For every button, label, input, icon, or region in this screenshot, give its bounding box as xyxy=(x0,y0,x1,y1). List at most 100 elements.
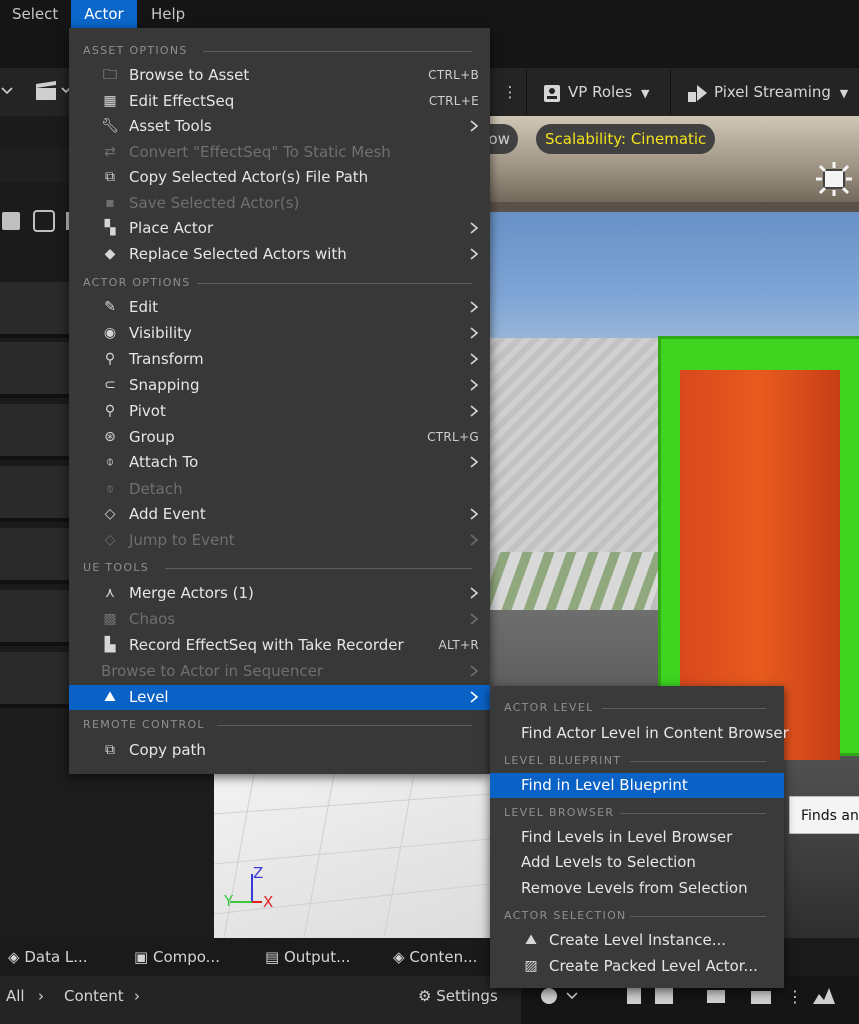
vp-roles-icon xyxy=(544,84,560,102)
list-item[interactable] xyxy=(0,590,70,646)
menu-item-convert-static-mesh[interactable]: ⇄ Convert "EffectSeq" To Static Mesh xyxy=(69,140,490,165)
menu-item-add-levels-to-selection[interactable]: Add Levels to Selection xyxy=(490,850,784,875)
clapper-icon[interactable] xyxy=(751,991,771,1004)
pixel-streaming-button[interactable]: Pixel Streaming ▼ xyxy=(686,68,848,116)
tab-output-log[interactable]: ▤ Output... xyxy=(265,938,350,976)
menu-item-visibility[interactable]: ◉ Visibility xyxy=(69,321,490,346)
panel-tool-icons xyxy=(0,202,70,238)
menu-item-record-effectseq[interactable]: ▙ Record EffectSeq with Take Recorder AL… xyxy=(69,633,490,658)
menu-item-edit[interactable]: ✎ Edit xyxy=(69,295,490,320)
list-item[interactable] xyxy=(0,466,70,522)
tab-data-layers[interactable]: ◈ Data L... xyxy=(8,938,88,976)
list-item[interactable] xyxy=(0,282,70,338)
toolbar-more-icon[interactable]: ⋮ xyxy=(500,68,520,116)
menu-item-copy-file-path[interactable]: ⧉ Copy Selected Actor(s) File Path xyxy=(69,165,490,190)
menu-item-place-actor[interactable]: ▚ Place Actor xyxy=(69,216,490,241)
list-item[interactable] xyxy=(0,342,70,398)
menu-item-label: Group xyxy=(129,428,175,446)
menu-item-find-in-level-blueprint[interactable]: Find in Level Blueprint xyxy=(490,773,784,798)
menu-item-level[interactable]: ⛰ Level xyxy=(69,685,490,710)
menu-item-label: Copy path xyxy=(129,741,206,759)
landscape-icon[interactable] xyxy=(813,988,835,1004)
menu-item-snapping[interactable]: ⊂ Snapping xyxy=(69,373,490,398)
menu-item-find-actor-level[interactable]: Find Actor Level in Content Browser xyxy=(490,721,789,746)
path-content[interactable]: Content xyxy=(64,976,124,1016)
convert-icon: ⇄ xyxy=(104,144,116,160)
menu-item-find-levels-in-browser[interactable]: Find Levels in Level Browser xyxy=(490,825,784,850)
list-item[interactable] xyxy=(0,652,70,708)
menu-item-transform[interactable]: ⚲ Transform xyxy=(69,347,490,372)
scalability-badge[interactable]: Scalability: Cinematic xyxy=(536,124,716,154)
section-divider xyxy=(217,725,472,726)
menu-item-merge-actors[interactable]: ⋏ Merge Actors (1) xyxy=(69,581,490,606)
unreal-editor-window: Select Actor Help ⋮ VP Roles ▼ Pixel Str… xyxy=(0,0,859,1024)
chevron-down-icon: ▼ xyxy=(839,87,849,100)
list-item[interactable] xyxy=(0,404,70,460)
tooltip: Finds any xyxy=(789,796,859,834)
menu-actor[interactable]: Actor xyxy=(71,0,137,28)
menu-item-label: Edit EffectSeq xyxy=(129,92,235,110)
menu-item-label: Add Event xyxy=(129,505,206,523)
menu-item-jump-to-event[interactable]: ◇ Jump to Event xyxy=(69,528,490,553)
eye-icon: ◉ xyxy=(103,325,117,341)
panel-header xyxy=(0,160,70,182)
packed-level-icon: ▨ xyxy=(524,958,538,974)
menu-item-label: Detach xyxy=(129,480,183,498)
detach-icon: ⌽ xyxy=(105,481,115,497)
menu-item-attach-to[interactable]: ⌽ Attach To xyxy=(69,450,490,475)
menu-item-asset-tools[interactable]: 🔧︎ Asset Tools xyxy=(69,114,490,139)
pivot-icon: ⚲ xyxy=(104,403,116,419)
menu-item-copy-path[interactable]: ⧉ Copy path xyxy=(69,738,490,763)
content-browser-icon: ◈ xyxy=(393,948,405,966)
menu-item-replace-selected[interactable]: ◆ Replace Selected Actors with xyxy=(69,242,490,267)
sequence-icon: ▦ xyxy=(103,93,117,109)
menu-item-label: Save Selected Actor(s) xyxy=(129,194,300,212)
menu-item-group[interactable]: ⊛ Group CTRL+G xyxy=(69,425,490,450)
browse-icon[interactable] xyxy=(655,988,673,1004)
menu-item-remove-levels-from-selection[interactable]: Remove Levels from Selection xyxy=(490,876,784,901)
tab-components[interactable]: ▣ Compo... xyxy=(134,938,220,976)
shortcut-label: ALT+R xyxy=(438,638,479,652)
menu-item-label: Visibility xyxy=(129,324,192,342)
menu-item-create-level-instance[interactable]: ⛰ Create Level Instance... xyxy=(490,928,784,953)
axis-z-label: Z xyxy=(253,864,264,882)
menu-select[interactable]: Select xyxy=(0,0,70,28)
chevron-right-icon xyxy=(470,665,479,677)
save-icon[interactable] xyxy=(627,988,641,1004)
chevron-right-icon xyxy=(470,248,479,260)
camera-icon[interactable] xyxy=(707,990,725,1003)
list-item[interactable] xyxy=(0,528,70,584)
chevron-right-icon xyxy=(470,534,479,546)
menu-item-browse-to-actor-sequencer[interactable]: Browse to Actor in Sequencer xyxy=(69,659,490,684)
frame-icon[interactable] xyxy=(33,210,55,232)
menu-item-create-packed-level-actor[interactable]: ▨ Create Packed Level Actor... xyxy=(490,954,784,979)
vp-roles-button[interactable]: VP Roles ▼ xyxy=(542,68,649,116)
shortcut-label: CTRL+G xyxy=(427,430,479,444)
menu-item-detach[interactable]: ⌽ Detach xyxy=(69,477,490,502)
cube-icon[interactable] xyxy=(2,212,20,230)
menu-item-edit-effectseq[interactable]: ▦ Edit EffectSeq CTRL+E xyxy=(69,89,490,114)
tab-content-browser[interactable]: ◈ Conten... xyxy=(393,938,477,976)
level-icon: ⛰ xyxy=(104,689,116,705)
menu-item-label: Level xyxy=(129,688,169,706)
more-icon[interactable]: ⋮ xyxy=(787,987,803,1006)
menu-help[interactable]: Help xyxy=(139,0,197,28)
actor-menu: ASSET OPTIONS 🗀 Browse to Asset CTRL+B ▦… xyxy=(69,28,490,774)
chevron-right-icon xyxy=(470,327,479,339)
path-all[interactable]: All xyxy=(6,976,25,1016)
settings-button[interactable]: ⚙ Settings xyxy=(418,976,498,1016)
wrench-icon: 🔧︎ xyxy=(101,118,119,134)
section-title: LEVEL BROWSER xyxy=(504,806,615,819)
section-title: LEVEL BLUEPRINT xyxy=(504,754,622,767)
cinematics-icon[interactable] xyxy=(0,68,71,116)
directional-light-icon[interactable] xyxy=(812,160,856,200)
globe-icon[interactable] xyxy=(541,988,557,1004)
menu-bar: Select Actor Help xyxy=(0,0,859,28)
section-ue-tools: UE TOOLS xyxy=(69,555,490,579)
menu-item-add-event[interactable]: ◇ Add Event xyxy=(69,502,490,527)
menu-item-pivot[interactable]: ⚲ Pivot xyxy=(69,399,490,424)
menu-item-browse-to-asset[interactable]: 🗀 Browse to Asset CTRL+B xyxy=(69,63,490,88)
place-actor-icon: ▚ xyxy=(104,220,116,236)
menu-item-save-selected[interactable]: ▪ Save Selected Actor(s) xyxy=(69,191,490,216)
menu-item-chaos[interactable]: ▩ Chaos xyxy=(69,607,490,632)
